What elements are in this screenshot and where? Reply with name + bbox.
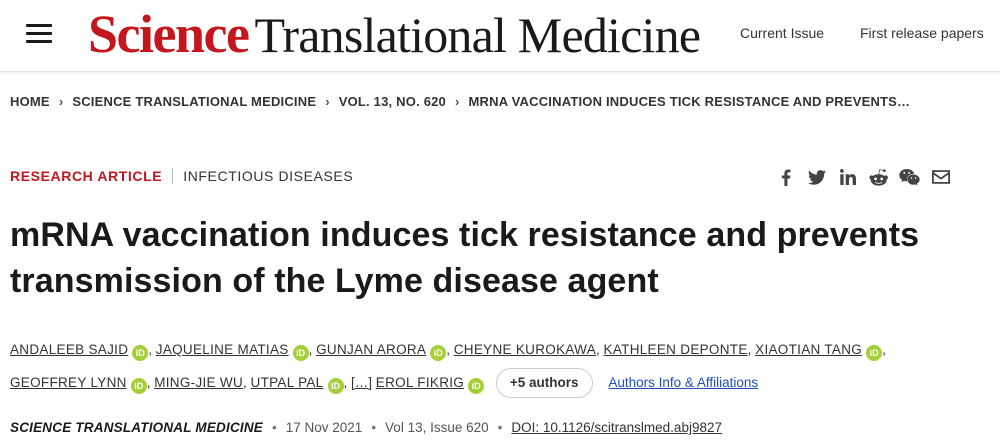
- author-link[interactable]: EROL FIKRIG: [376, 375, 464, 390]
- orcid-icon[interactable]: iD: [327, 378, 344, 394]
- more-authors-button[interactable]: +5 authors: [495, 368, 593, 399]
- volume-issue: Vol 13, Issue 620: [385, 420, 489, 435]
- authors-affiliations-link[interactable]: Authors Info & Affiliations: [608, 375, 758, 390]
- author-link[interactable]: JAQUELINE MATIAS: [156, 342, 289, 357]
- breadcrumb-home[interactable]: HOME: [10, 94, 50, 109]
- nav-first-release-papers[interactable]: First release papers: [860, 25, 984, 41]
- orcid-icon[interactable]: iD: [292, 345, 309, 361]
- author-link[interactable]: CHEYNE KUROKAWA: [454, 342, 596, 357]
- author-list: ANDALEEB SAJID iD, JAQUELINE MATIAS iD, GU…: [10, 333, 995, 399]
- article-type-label: RESEARCH ARTICLE: [10, 168, 163, 184]
- divider: [172, 168, 174, 184]
- authors-ellipsis[interactable]: […]: [351, 375, 372, 390]
- author-link[interactable]: GEOFFREY LYNN: [10, 375, 127, 390]
- journal-name: SCIENCE TRANSLATIONAL MEDICINE: [10, 420, 264, 435]
- breadcrumb-journal[interactable]: SCIENCE TRANSLATIONAL MEDICINE: [72, 94, 316, 109]
- share-bar: [770, 166, 956, 188]
- email-icon[interactable]: [925, 166, 956, 188]
- separator-dot: •: [371, 420, 377, 435]
- separator-dot: •: [497, 420, 503, 435]
- wechat-icon[interactable]: [894, 166, 925, 188]
- orcid-icon[interactable]: iD: [132, 345, 149, 361]
- journal-logo[interactable]: Science Translational Medicine: [88, 4, 701, 76]
- orcid-icon[interactable]: iD: [468, 378, 485, 394]
- author-link[interactable]: XIAOTIAN TANG: [755, 342, 862, 357]
- citation-line: SCIENCE TRANSLATIONAL MEDICINE • 17 Nov 20…: [10, 420, 722, 435]
- article-category: RESEARCH ARTICLE INFECTIOUS DISEASES: [10, 168, 353, 184]
- nav-current-issue[interactable]: Current Issue: [740, 25, 824, 41]
- twitter-icon[interactable]: [801, 166, 832, 188]
- author-link[interactable]: KATHLEEN DEPONTE: [604, 342, 748, 357]
- separator-dot: •: [272, 420, 277, 435]
- author-link[interactable]: GUNJAN ARORA: [316, 342, 426, 357]
- author-link[interactable]: MING-JIE WU: [154, 375, 243, 390]
- author-link[interactable]: UTPAL PAL: [251, 375, 324, 390]
- logo-science: Science: [88, 4, 250, 64]
- article-subject-link[interactable]: INFECTIOUS DISEASES: [183, 168, 353, 184]
- orcid-icon[interactable]: iD: [866, 345, 883, 361]
- logo-translational-medicine: Translational Medicine: [254, 7, 701, 63]
- author-link[interactable]: ANDALEEB SAJID: [10, 342, 128, 357]
- breadcrumb-issue[interactable]: VOL. 13, NO. 620: [339, 94, 446, 109]
- orcid-icon[interactable]: iD: [430, 345, 447, 361]
- doi-link[interactable]: DOI: 10.1126/scitranslmed.abj9827: [511, 420, 722, 435]
- orcid-icon[interactable]: iD: [130, 378, 147, 394]
- breadcrumb: HOME › SCIENCE TRANSLATIONAL MEDICINE › VOL.…: [10, 94, 910, 109]
- chevron-right-icon: ›: [58, 94, 64, 109]
- facebook-icon[interactable]: [770, 166, 801, 188]
- chevron-right-icon: ›: [325, 94, 330, 109]
- menu-icon[interactable]: [26, 24, 52, 44]
- site-header: Science Translational Medicine Current Is…: [0, 0, 1000, 72]
- chevron-right-icon: ›: [454, 94, 460, 109]
- article-title: mRNA vaccination induces tick resistance…: [10, 216, 920, 300]
- linkedin-icon[interactable]: [832, 166, 863, 188]
- breadcrumb-current: MRNA VACCINATION INDUCES TICK RESISTANCE…: [468, 94, 911, 109]
- reddit-icon[interactable]: [863, 166, 894, 188]
- publication-date: 17 Nov 2021: [285, 420, 363, 435]
